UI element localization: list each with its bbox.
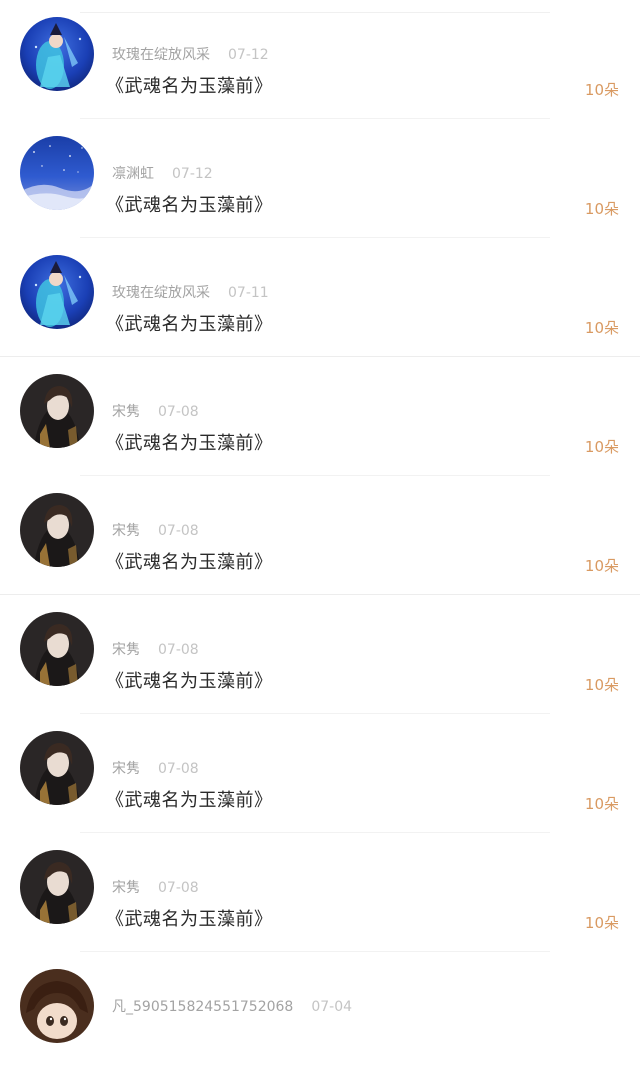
comment-text: 《武魂名为玉藻前》 bbox=[106, 790, 273, 811]
comment-date: 07-12 bbox=[228, 47, 269, 63]
flower-count: 10朵 bbox=[584, 557, 619, 575]
comment-item[interactable]: 宋隽 07-08 《武魂名为玉藻前》 10朵 bbox=[0, 357, 640, 476]
username[interactable]: 宋隽 bbox=[112, 523, 140, 539]
flower-count: 10朵 bbox=[584, 676, 619, 694]
comment-text: 《武魂名为玉藻前》 bbox=[106, 552, 273, 573]
comment-date: 07-08 bbox=[158, 523, 199, 539]
blue-dancer-icon[interactable] bbox=[20, 17, 94, 91]
comment-item[interactable]: 玫瑰在绽放风采 07-11 《武魂名为玉藻前》 10朵 bbox=[0, 238, 640, 357]
comment-text: 《武魂名为玉藻前》 bbox=[106, 671, 273, 692]
comment-item[interactable]: 宋隽 07-08 《武魂名为玉藻前》 10朵 bbox=[0, 595, 640, 714]
comment-date: 07-08 bbox=[158, 880, 199, 896]
comment-date: 07-08 bbox=[158, 761, 199, 777]
comment-meta: 凛渊虹 07-12 bbox=[112, 164, 213, 184]
portrait-icon[interactable] bbox=[20, 493, 94, 567]
username[interactable]: 宋隽 bbox=[112, 404, 140, 420]
comment-item[interactable]: 宋隽 07-08 《武魂名为玉藻前》 10朵 bbox=[0, 833, 640, 952]
flower-count: 10朵 bbox=[584, 438, 619, 456]
comment-meta: 玫瑰在绽放风采 07-12 bbox=[112, 45, 269, 65]
comment-meta: 玫瑰在绽放风采 07-11 bbox=[112, 283, 269, 303]
comment-item[interactable]: 玫瑰在绽放风采 07-12 《武魂名为玉藻前》 10朵 bbox=[0, 0, 640, 119]
comment-date: 07-12 bbox=[172, 166, 213, 182]
flower-count: 10朵 bbox=[584, 914, 619, 932]
starry-sky-icon[interactable] bbox=[20, 136, 94, 210]
portrait-icon[interactable] bbox=[20, 374, 94, 448]
comment-meta: 宋隽 07-08 bbox=[112, 521, 199, 541]
username[interactable]: 凡_590515824551752068 bbox=[112, 999, 293, 1015]
portrait-icon[interactable] bbox=[20, 612, 94, 686]
comment-date: 07-08 bbox=[158, 642, 199, 658]
blue-dancer-icon[interactable] bbox=[20, 255, 94, 329]
comment-item[interactable]: 凡_590515824551752068 07-04 bbox=[0, 952, 640, 1071]
portrait-icon[interactable] bbox=[20, 850, 94, 924]
comment-meta: 宋隽 07-08 bbox=[112, 402, 199, 422]
flower-count: 10朵 bbox=[584, 81, 619, 99]
comment-date: 07-08 bbox=[158, 404, 199, 420]
comment-text: 《武魂名为玉藻前》 bbox=[106, 909, 273, 930]
comment-meta: 宋隽 07-08 bbox=[112, 640, 199, 660]
flower-count: 10朵 bbox=[584, 795, 619, 813]
comment-text: 《武魂名为玉藻前》 bbox=[106, 195, 273, 216]
comment-date: 07-04 bbox=[311, 999, 353, 1015]
username[interactable]: 玫瑰在绽放风采 bbox=[112, 47, 210, 63]
flower-count: 10朵 bbox=[584, 319, 619, 337]
comment-item[interactable]: 宋隽 07-08 《武魂名为玉藻前》 10朵 bbox=[0, 476, 640, 595]
comment-item[interactable]: 凛渊虹 07-12 《武魂名为玉藻前》 10朵 bbox=[0, 119, 640, 238]
username[interactable]: 凛渊虹 bbox=[112, 166, 154, 182]
username[interactable]: 玫瑰在绽放风采 bbox=[112, 285, 210, 301]
portrait-icon[interactable] bbox=[20, 731, 94, 805]
username[interactable]: 宋隽 bbox=[112, 880, 140, 896]
comment-text: 《武魂名为玉藻前》 bbox=[106, 314, 273, 335]
comment-item[interactable]: 宋隽 07-08 《武魂名为玉藻前》 10朵 bbox=[0, 714, 640, 833]
comment-date: 07-11 bbox=[228, 285, 269, 301]
username[interactable]: 宋隽 bbox=[112, 642, 140, 658]
comment-meta: 宋隽 07-08 bbox=[112, 759, 199, 779]
comment-text: 《武魂名为玉藻前》 bbox=[106, 76, 273, 97]
comment-meta: 宋隽 07-08 bbox=[112, 878, 199, 898]
comment-meta: 凡_590515824551752068 07-04 bbox=[112, 997, 352, 1017]
comment-text: 《武魂名为玉藻前》 bbox=[106, 433, 273, 454]
username[interactable]: 宋隽 bbox=[112, 761, 140, 777]
flower-count: 10朵 bbox=[584, 200, 619, 218]
